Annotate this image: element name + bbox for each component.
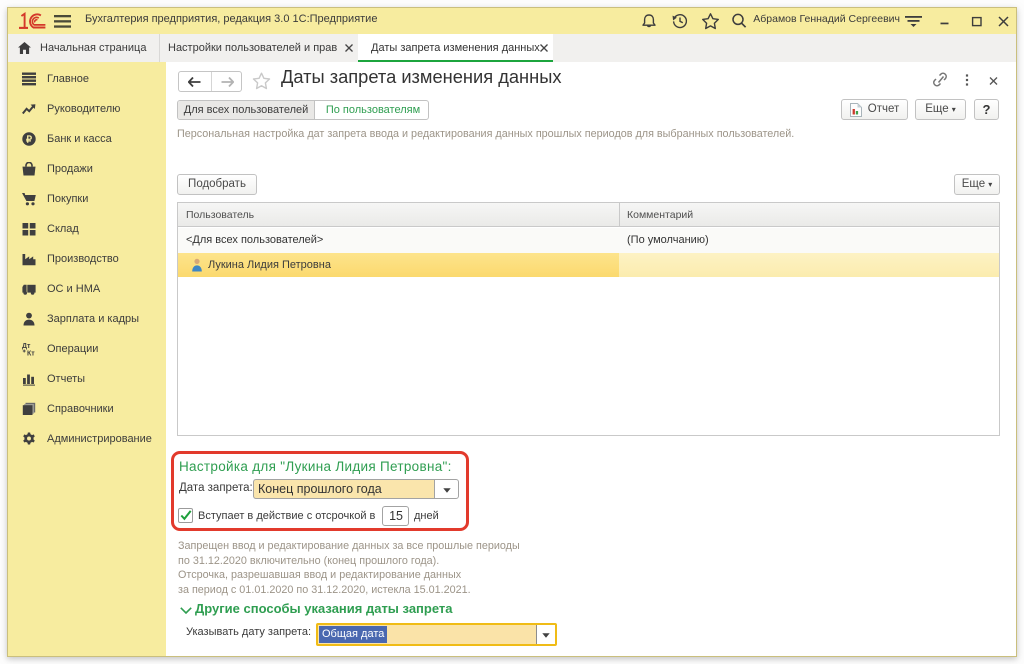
svg-text:Дт: Дт bbox=[22, 343, 31, 350]
svg-text:Кт: Кт bbox=[27, 351, 35, 357]
svg-text:₽: ₽ bbox=[26, 134, 33, 145]
